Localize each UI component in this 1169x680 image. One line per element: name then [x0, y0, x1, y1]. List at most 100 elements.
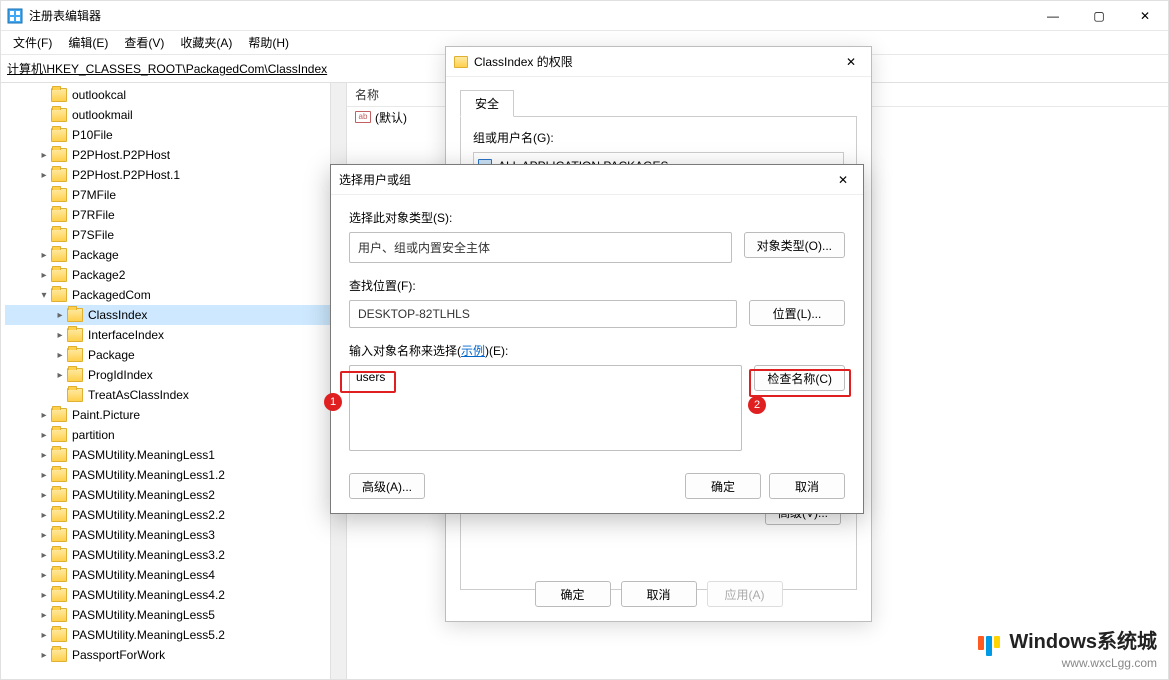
tree-item-label: ClassIndex	[87, 308, 147, 322]
folder-icon	[51, 608, 67, 622]
select-cancel-button[interactable]: 取消	[769, 473, 845, 499]
tree-item[interactable]: PackagedCom	[5, 285, 342, 305]
watermark-logo	[978, 636, 1000, 656]
chevron-right-icon[interactable]	[37, 490, 51, 501]
select-close-button[interactable]: ✕	[823, 165, 863, 195]
tree-item[interactable]: PASMUtility.MeaningLess1.2	[5, 465, 342, 485]
permissions-title: ClassIndex 的权限	[474, 53, 573, 70]
location-box: DESKTOP-82TLHLS	[349, 300, 737, 328]
address-text: 计算机\HKEY_CLASSES_ROOT\PackagedCom\ClassI…	[7, 60, 327, 77]
tree-item-label: ProgIdIndex	[87, 368, 153, 382]
folder-icon	[51, 248, 67, 262]
tree-item[interactable]: P2PHost.P2PHost	[5, 145, 342, 165]
chevron-right-icon[interactable]	[37, 570, 51, 581]
tab-security[interactable]: 安全	[460, 90, 514, 117]
tree-item[interactable]: Paint.Picture	[5, 405, 342, 425]
folder-icon	[51, 168, 67, 182]
tree-item[interactable]: Package2	[5, 265, 342, 285]
tree-pane[interactable]: outlookcaloutlookmailP10FileP2PHost.P2PH…	[1, 83, 347, 679]
folder-icon	[51, 488, 67, 502]
menu-view[interactable]: 查看(V)	[116, 32, 172, 53]
chevron-right-icon[interactable]	[37, 170, 51, 181]
chevron-right-icon[interactable]	[37, 590, 51, 601]
menu-edit[interactable]: 编辑(E)	[60, 32, 116, 53]
chevron-right-icon[interactable]	[37, 510, 51, 521]
tree-item[interactable]: P7SFile	[5, 225, 342, 245]
maximize-button[interactable]: ▢	[1076, 1, 1122, 31]
tree-item-label: outlookmail	[71, 108, 133, 122]
tree-item[interactable]: PASMUtility.MeaningLess5.2	[5, 625, 342, 645]
check-names-button[interactable]: 检查名称(C)	[754, 365, 845, 391]
tree-item[interactable]: outlookmail	[5, 105, 342, 125]
examples-link[interactable]: 示例	[461, 344, 485, 358]
tree-item[interactable]: InterfaceIndex	[5, 325, 342, 345]
chevron-right-icon[interactable]	[53, 370, 67, 381]
folder-icon	[51, 568, 67, 582]
tree-item[interactable]: P7RFile	[5, 205, 342, 225]
chevron-right-icon[interactable]	[53, 310, 67, 321]
permissions-ok-button[interactable]: 确定	[535, 581, 611, 607]
object-types-button[interactable]: 对象类型(O)...	[744, 232, 845, 258]
tree-item[interactable]: ClassIndex	[5, 305, 342, 325]
locations-button[interactable]: 位置(L)...	[749, 300, 845, 326]
registry-tree: outlookcaloutlookmailP10FileP2PHost.P2PH…	[1, 83, 346, 667]
folder-icon	[51, 428, 67, 442]
tree-item-label: Package	[87, 348, 135, 362]
tree-item[interactable]: PASMUtility.MeaningLess3.2	[5, 545, 342, 565]
menu-favorites[interactable]: 收藏夹(A)	[172, 32, 240, 53]
chevron-right-icon[interactable]	[37, 630, 51, 641]
tree-item[interactable]: PASMUtility.MeaningLess3	[5, 525, 342, 545]
permissions-buttons: 确定 取消 应用(A)	[446, 581, 871, 607]
tree-item[interactable]: ProgIdIndex	[5, 365, 342, 385]
titlebar: 注册表编辑器 ― ▢ ✕	[1, 1, 1168, 31]
chevron-right-icon[interactable]	[37, 410, 51, 421]
tree-item[interactable]: P2PHost.P2PHost.1	[5, 165, 342, 185]
tree-item-label: P2PHost.P2PHost.1	[71, 168, 180, 182]
chevron-right-icon[interactable]	[37, 610, 51, 621]
folder-icon	[51, 148, 67, 162]
chevron-right-icon[interactable]	[37, 270, 51, 281]
tree-item-label: PASMUtility.MeaningLess2	[71, 488, 215, 502]
permissions-apply-button[interactable]: 应用(A)	[707, 581, 783, 607]
tree-item[interactable]: TreatAsClassIndex	[5, 385, 342, 405]
chevron-right-icon[interactable]	[37, 550, 51, 561]
tree-item[interactable]: P10File	[5, 125, 342, 145]
tree-item[interactable]: PASMUtility.MeaningLess4	[5, 565, 342, 585]
permissions-cancel-button[interactable]: 取消	[621, 581, 697, 607]
chevron-right-icon[interactable]	[37, 530, 51, 541]
tree-item-label: Package	[71, 248, 119, 262]
chevron-right-icon[interactable]	[37, 250, 51, 261]
tree-item-label: P7RFile	[71, 208, 115, 222]
location-label: 查找位置(F):	[349, 277, 845, 294]
minimize-button[interactable]: ―	[1030, 1, 1076, 31]
tree-item[interactable]: PASMUtility.MeaningLess4.2	[5, 585, 342, 605]
object-names-input[interactable]: users	[349, 365, 742, 451]
folder-icon	[67, 308, 83, 322]
tree-item[interactable]: outlookcal	[5, 85, 342, 105]
select-advanced-button[interactable]: 高级(A)...	[349, 473, 425, 499]
chevron-down-icon[interactable]	[37, 290, 51, 301]
tree-item[interactable]: Package	[5, 345, 342, 365]
chevron-right-icon[interactable]	[37, 650, 51, 661]
tree-item[interactable]: PASMUtility.MeaningLess2.2	[5, 505, 342, 525]
menu-file[interactable]: 文件(F)	[5, 32, 60, 53]
chevron-right-icon[interactable]	[37, 150, 51, 161]
folder-icon	[51, 408, 67, 422]
chevron-right-icon[interactable]	[53, 330, 67, 341]
chevron-right-icon[interactable]	[53, 350, 67, 361]
tree-item[interactable]: Package	[5, 245, 342, 265]
tree-item[interactable]: partition	[5, 425, 342, 445]
tree-item[interactable]: PassportForWork	[5, 645, 342, 665]
tree-item[interactable]: PASMUtility.MeaningLess2	[5, 485, 342, 505]
chevron-right-icon[interactable]	[37, 430, 51, 441]
permissions-close-button[interactable]: ✕	[831, 47, 871, 77]
tree-item-label: P7SFile	[71, 228, 114, 242]
tree-item[interactable]: PASMUtility.MeaningLess1	[5, 445, 342, 465]
chevron-right-icon[interactable]	[37, 470, 51, 481]
tree-item[interactable]: P7MFile	[5, 185, 342, 205]
tree-item[interactable]: PASMUtility.MeaningLess5	[5, 605, 342, 625]
chevron-right-icon[interactable]	[37, 450, 51, 461]
close-button[interactable]: ✕	[1122, 1, 1168, 31]
select-ok-button[interactable]: 确定	[685, 473, 761, 499]
menu-help[interactable]: 帮助(H)	[240, 32, 297, 53]
